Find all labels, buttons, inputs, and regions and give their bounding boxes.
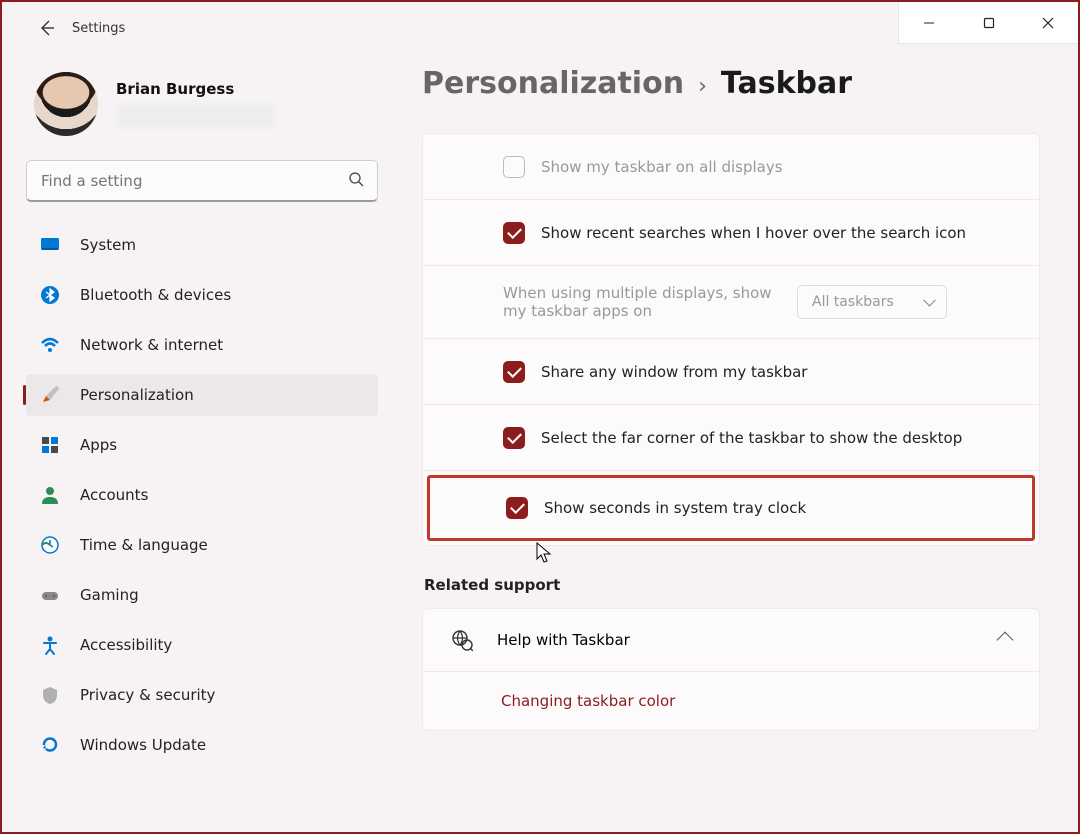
setting-label: Show seconds in system tray clock (544, 499, 1012, 517)
support-label: Help with Taskbar (497, 631, 630, 649)
sidebar-item-system[interactable]: System (26, 224, 378, 266)
search-wrap (26, 160, 378, 202)
taskbar-behaviors-panel: Show my taskbar on all displays Show rec… (422, 133, 1040, 546)
sidebar-item-accounts[interactable]: Accounts (26, 474, 378, 516)
dropdown-value: All taskbars (812, 294, 894, 310)
related-support-title: Related support (424, 576, 1040, 594)
gamepad-icon (40, 585, 60, 605)
bluetooth-icon (40, 285, 60, 305)
sidebar-item-label: Accounts (80, 486, 148, 504)
setting-row-recent-searches[interactable]: Show recent searches when I hover over t… (423, 200, 1039, 266)
sidebar-item-label: Accessibility (80, 636, 172, 654)
maximize-button[interactable] (959, 2, 1019, 43)
sidebar-item-personalization[interactable]: Personalization (26, 374, 378, 416)
breadcrumb: Personalization › Taskbar (422, 66, 1040, 101)
sidebar-item-accessibility[interactable]: Accessibility (26, 624, 378, 666)
sidebar-item-bluetooth[interactable]: Bluetooth & devices (26, 274, 378, 316)
profile-name: Brian Burgess (116, 80, 276, 98)
sidebar-item-label: Windows Update (80, 736, 206, 754)
sidebar-item-label: System (80, 236, 136, 254)
sidebar-item-label: Personalization (80, 386, 194, 404)
globe-help-icon (451, 629, 473, 651)
search-input[interactable] (26, 160, 378, 202)
help-with-taskbar[interactable]: Help with Taskbar (423, 609, 1039, 672)
apps-icon (40, 435, 60, 455)
support-panel: Help with Taskbar Changing taskbar color (422, 608, 1040, 731)
sidebar-item-network[interactable]: Network & internet (26, 324, 378, 366)
profile[interactable]: Brian Burgess (26, 72, 378, 136)
setting-label: Share any window from my taskbar (541, 363, 1019, 381)
setting-label: Select the far corner of the taskbar to … (541, 429, 1019, 447)
main: Personalization › Taskbar Show my taskba… (392, 48, 1068, 828)
setting-row-far-corner[interactable]: Select the far corner of the taskbar to … (423, 405, 1039, 471)
checkbox-checked[interactable] (503, 222, 525, 244)
sidebar-item-label: Gaming (80, 586, 139, 604)
sidebar-item-label: Time & language (80, 536, 208, 554)
taskbar-apps-dropdown[interactable]: All taskbars (797, 285, 947, 319)
chevron-right-icon: › (698, 74, 707, 99)
setting-row-show-all-displays[interactable]: Show my taskbar on all displays (423, 134, 1039, 200)
sidebar-item-privacy[interactable]: Privacy & security (26, 674, 378, 716)
setting-row-multi-display: When using multiple displays, show my ta… (423, 266, 1039, 339)
system-icon (40, 235, 60, 255)
window-controls (898, 2, 1078, 44)
profile-email-blurred (116, 104, 276, 128)
sidebar-item-label: Apps (80, 436, 117, 454)
sidebar: Brian Burgess System Bluetooth & devi (12, 48, 392, 828)
sidebar-item-gaming[interactable]: Gaming (26, 574, 378, 616)
checkbox-checked[interactable] (503, 361, 525, 383)
checkbox-checked[interactable] (506, 497, 528, 519)
checkbox-checked[interactable] (503, 427, 525, 449)
nav: System Bluetooth & devices Network & int… (26, 224, 378, 766)
breadcrumb-current: Taskbar (721, 66, 852, 101)
setting-row-show-seconds[interactable]: Show seconds in system tray clock (427, 475, 1035, 541)
window-title: Settings (72, 21, 125, 36)
sidebar-item-time[interactable]: Time & language (26, 524, 378, 566)
sidebar-item-apps[interactable]: Apps (26, 424, 378, 466)
accessibility-icon (40, 635, 60, 655)
shield-icon (40, 685, 60, 705)
wifi-icon (40, 335, 60, 355)
update-icon (40, 735, 60, 755)
setting-label: Show recent searches when I hover over t… (541, 224, 1019, 242)
support-link-changing-color[interactable]: Changing taskbar color (423, 672, 1039, 730)
back-button[interactable] (32, 14, 60, 42)
setting-label: When using multiple displays, show my ta… (503, 284, 773, 320)
sidebar-item-label: Network & internet (80, 336, 223, 354)
close-button[interactable] (1018, 2, 1078, 43)
checkbox-unchecked[interactable] (503, 156, 525, 178)
chevron-up-icon (997, 632, 1014, 649)
search-icon (348, 171, 364, 191)
sidebar-item-label: Privacy & security (80, 686, 215, 704)
breadcrumb-parent[interactable]: Personalization (422, 66, 684, 101)
setting-label: Show my taskbar on all displays (541, 158, 1019, 176)
setting-row-share-window[interactable]: Share any window from my taskbar (423, 339, 1039, 405)
sidebar-item-label: Bluetooth & devices (80, 286, 231, 304)
accounts-icon (40, 485, 60, 505)
paintbrush-icon (40, 385, 60, 405)
clock-globe-icon (40, 535, 60, 555)
minimize-button[interactable] (899, 2, 959, 43)
avatar (34, 72, 98, 136)
sidebar-item-update[interactable]: Windows Update (26, 724, 378, 766)
